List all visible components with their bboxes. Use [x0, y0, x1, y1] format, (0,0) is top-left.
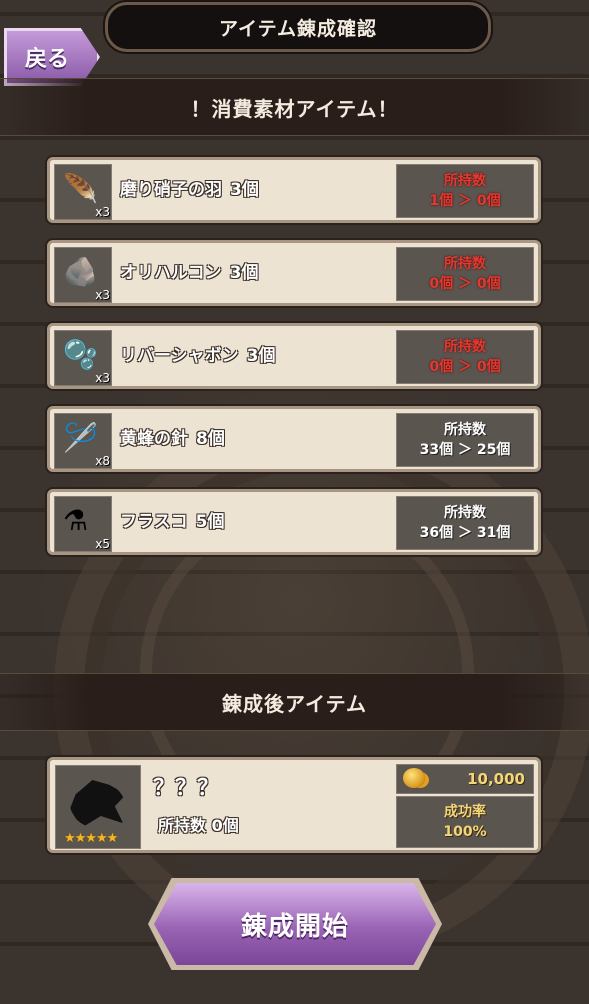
owned-change: 1個 ＞ 0個: [429, 193, 501, 209]
material-icon-box: 🪨 x3: [54, 247, 112, 303]
result-item-card: ★★★★★ ？？？ 所持数 0個 10,000 成功率 100%: [47, 757, 541, 853]
material-name: 黄蜂の針 8個: [120, 409, 225, 469]
material-qty-badge: x8: [95, 454, 110, 468]
material-name-text: オリハルコン: [120, 263, 222, 283]
owned-label: 所持数: [444, 256, 486, 272]
owned-label: 所持数: [444, 339, 486, 355]
material-required-count: 3個: [230, 180, 259, 200]
material-row: 🪨 x3 オリハルコン 3個 所持数 0個 ＞ 0個: [47, 240, 541, 306]
material-icon-box: 🪡 x8: [54, 413, 112, 469]
material-name-text: リバーシャボン: [120, 346, 239, 366]
owned-label: 所持数: [444, 422, 486, 438]
ore-icon: 🪨: [63, 255, 98, 288]
unknown-item-silhouette-icon: [70, 780, 126, 828]
material-name: 磨り硝子の羽 3個: [120, 160, 259, 220]
flask-icon: ⚗: [63, 504, 89, 537]
owned-label: 所持数: [444, 505, 486, 521]
start-alchemy-button[interactable]: 錬成開始: [154, 883, 436, 965]
cost-box: 10,000: [396, 764, 534, 794]
success-rate-value: 100%: [443, 824, 487, 840]
materials-section-title: ！消費素材アイテム！: [0, 78, 589, 136]
owned-change: 0個 ＞ 0個: [429, 359, 501, 375]
material-name-text: フラスコ: [120, 512, 188, 532]
material-qty-badge: x5: [95, 537, 110, 551]
material-row: 🫧 x3 リバーシャボン 3個 所持数 0個 ＞ 0個: [47, 323, 541, 389]
material-owned-box: 所持数 0個 ＞ 0個: [396, 247, 534, 301]
material-owned-box: 所持数 33個 ＞ 25個: [396, 413, 534, 467]
material-owned-box: 所持数 1個 ＞ 0個: [396, 164, 534, 218]
material-required-count: 3個: [229, 263, 259, 283]
material-owned-box: 所持数 36個 ＞ 31個: [396, 496, 534, 550]
owned-change: 33個 ＞ 25個: [419, 442, 511, 458]
material-row: 🪡 x8 黄蜂の針 8個 所持数 33個 ＞ 25個: [47, 406, 541, 472]
material-icon-box: ⚗ x5: [54, 496, 112, 552]
material-name: オリハルコン 3個: [120, 243, 259, 303]
needle-icon: 🪡: [63, 421, 98, 454]
result-item-name: ？？？: [153, 776, 220, 801]
material-qty-badge: x3: [95, 288, 110, 302]
result-item-image: ★★★★★: [55, 765, 141, 849]
material-qty-badge: x3: [95, 371, 110, 385]
success-rate-label: 成功率: [444, 804, 486, 820]
material-name: フラスコ 5個: [120, 492, 225, 552]
material-icon-box: 🫧 x3: [54, 330, 112, 386]
material-name: リバーシャボン 3個: [120, 326, 276, 386]
material-icon-box: 🪶 x3: [54, 164, 112, 220]
material-required-count: 3個: [246, 346, 276, 366]
gold-coin-icon: [403, 768, 425, 788]
material-row: 🪶 x3 磨り硝子の羽 3個 所持数 1個 ＞ 0個: [47, 157, 541, 223]
material-required-count: 8個: [196, 429, 225, 449]
result-item-owned: 所持数 0個: [158, 816, 239, 835]
result-section-title: 錬成後アイテム: [0, 673, 589, 731]
material-row: ⚗ x5 フラスコ 5個 所持数 36個 ＞ 31個: [47, 489, 541, 555]
rarity-stars: ★★★★★: [64, 831, 118, 846]
feather-icon: 🪶: [63, 172, 98, 205]
page-title: アイテム錬成確認: [105, 2, 491, 52]
cost-value: 10,000: [467, 770, 525, 788]
material-required-count: 5個: [195, 512, 225, 532]
material-name-text: 黄蜂の針: [120, 429, 188, 449]
material-name-text: 磨り硝子の羽: [120, 180, 222, 200]
owned-change: 0個 ＞ 0個: [429, 276, 501, 292]
success-rate-box: 成功率 100%: [396, 796, 534, 848]
bubble-flower-icon: 🫧: [63, 338, 98, 371]
owned-label: 所持数: [444, 173, 486, 189]
owned-change: 36個 ＞ 31個: [419, 525, 511, 541]
material-qty-badge: x3: [95, 205, 110, 219]
material-owned-box: 所持数 0個 ＞ 0個: [396, 330, 534, 384]
